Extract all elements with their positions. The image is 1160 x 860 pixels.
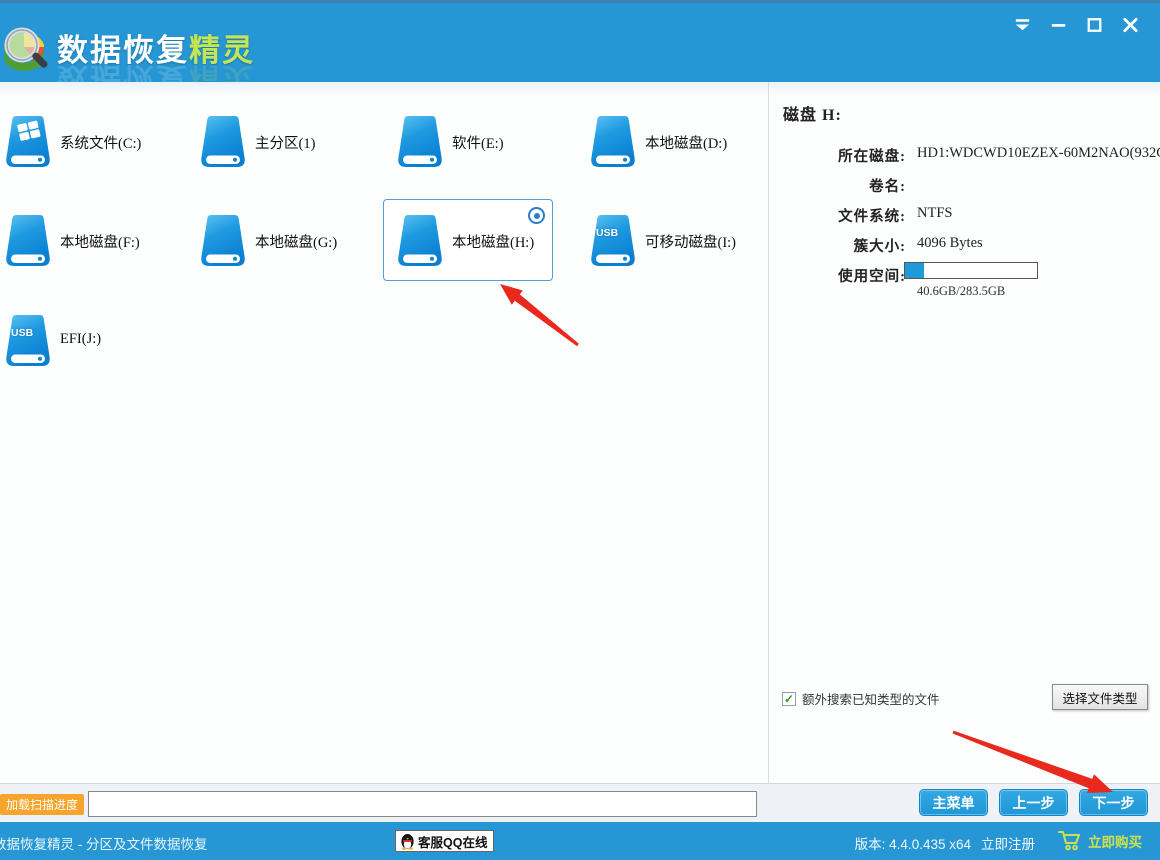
disk-label: 可移动磁盘(I:) [645, 231, 736, 252]
app-window: 数据恢复精灵 数据恢复精灵 [0, 0, 1160, 860]
disk-label: 本地磁盘(F:) [60, 231, 140, 252]
app-logo-icon [0, 19, 56, 79]
disk-item-d[interactable]: 本地磁盘(D:) [576, 100, 746, 182]
collapse-icon[interactable] [1011, 13, 1034, 36]
info-value: NTFS [917, 205, 952, 222]
disk-item-h-selected[interactable]: 本地磁盘(H:) [383, 199, 553, 281]
radio-selected-icon[interactable] [528, 207, 545, 224]
system-disk-icon [4, 114, 52, 170]
status-bar: 数据恢复精灵 - 分区及文件数据恢复 客服QQ在线 版本: 4.4.0.435 … [0, 822, 1160, 860]
disk-label: 主分区(1) [255, 132, 315, 153]
qq-support-badge[interactable]: 客服QQ在线 [395, 830, 494, 852]
disk-icon [396, 114, 444, 170]
qq-icon [400, 832, 415, 850]
minimize-icon[interactable] [1047, 13, 1070, 36]
usb-label: USB [11, 327, 33, 339]
extra-search-checkbox[interactable]: ✓ 额外搜索已知类型的文件 [782, 689, 940, 708]
version-area: 版本: 4.4.0.435 x64 立即注册 [855, 833, 1035, 853]
checkbox-icon[interactable]: ✓ [782, 692, 796, 706]
usb-disk-icon [4, 313, 52, 369]
disk-item-e[interactable]: 软件(E:) [383, 100, 553, 182]
disk-info-panel: 磁盘 H: 所在磁盘: HD1:WDCWD10EZEX-60M2NAO(932G… [769, 82, 1160, 783]
disk-icon [396, 213, 444, 269]
title-bar: 数据恢复精灵 数据恢复精灵 [0, 0, 1160, 82]
usage-bar [904, 262, 1038, 279]
info-label: 簇大小: [769, 235, 906, 256]
disk-label: 本地磁盘(G:) [255, 231, 337, 252]
previous-step-button[interactable]: 上一步 [999, 789, 1068, 816]
disk-item-i[interactable]: USB 可移动磁盘(I:) [576, 199, 746, 281]
usb-disk-icon [589, 213, 637, 269]
disk-item-partition1[interactable]: 主分区(1) [186, 100, 356, 182]
disk-icon [199, 114, 247, 170]
usage-label: 使用空间: [769, 265, 906, 286]
select-file-type-button[interactable]: 选择文件类型 [1052, 684, 1148, 710]
disk-icon [199, 213, 247, 269]
info-label: 卷名: [769, 175, 906, 196]
version-text: 版本: 4.4.0.435 x64 [855, 833, 971, 853]
usb-label: USB [596, 227, 618, 239]
cart-icon [1058, 830, 1082, 851]
disk-label: EFI(J:) [60, 331, 101, 348]
disk-icon [4, 213, 52, 269]
scan-progress-bar [88, 791, 757, 817]
info-label: 所在磁盘: [769, 145, 906, 166]
qq-badge-label: 客服QQ在线 [418, 832, 487, 851]
disk-info-title: 磁盘 H: [783, 101, 842, 125]
window-controls [1011, 13, 1142, 36]
buy-now-link[interactable]: 立即购买 [1058, 830, 1142, 851]
close-icon[interactable] [1119, 13, 1142, 36]
main-menu-button[interactable]: 主菜单 [919, 789, 988, 816]
info-label: 文件系统: [769, 205, 906, 226]
disk-item-j[interactable]: USB EFI(J:) [0, 299, 161, 381]
status-text: 数据恢复精灵 - 分区及文件数据恢复 [0, 833, 208, 853]
info-value: 4096 Bytes [917, 235, 983, 252]
info-value: HD1:WDCWD10EZEX-60M2NAO(932GB) [917, 145, 1160, 162]
disk-label: 系统文件(C:) [60, 132, 141, 153]
bottom-bar: 加载扫描进度 主菜单 上一步 下一步 [0, 783, 1160, 822]
disk-icon [589, 114, 637, 170]
load-scan-progress-button[interactable]: 加载扫描进度 [0, 794, 84, 815]
disk-item-f[interactable]: 本地磁盘(F:) [0, 199, 161, 281]
main-area: 系统文件(C:) 主分区(1) 软件(E:) 本地磁盘(D:) [0, 82, 1160, 783]
disk-label: 软件(E:) [452, 132, 504, 153]
disk-item-g[interactable]: 本地磁盘(G:) [186, 199, 356, 281]
disk-label: 本地磁盘(D:) [645, 132, 727, 153]
next-step-button[interactable]: 下一步 [1079, 789, 1148, 816]
checkbox-label: 额外搜索已知类型的文件 [802, 689, 940, 708]
maximize-icon[interactable] [1083, 13, 1106, 36]
app-title: 数据恢复精灵 数据恢复精灵 [57, 25, 255, 85]
disk-item-c[interactable]: 系统文件(C:) [0, 100, 161, 182]
usage-text: 40.6GB/283.5GB [917, 284, 1005, 299]
disk-label: 本地磁盘(H:) [452, 231, 534, 252]
usage-bar-fill [905, 263, 924, 278]
buy-now-label: 立即购买 [1088, 831, 1142, 851]
register-link[interactable]: 立即注册 [981, 833, 1035, 853]
